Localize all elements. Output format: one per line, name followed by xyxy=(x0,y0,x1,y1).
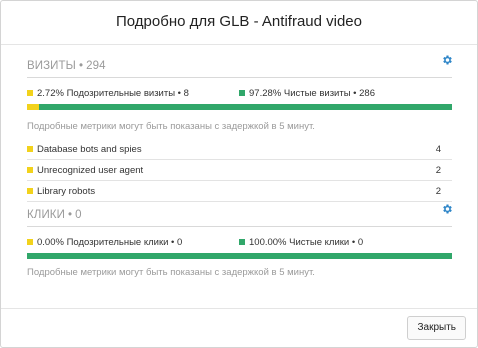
clean-swatch xyxy=(239,239,245,245)
dialog-title: Подробно для GLB - Antifraud video xyxy=(1,1,477,45)
clicks-header: КЛИКИ • 0 xyxy=(27,203,453,227)
clicks-ratio-bar xyxy=(27,253,452,259)
visits-header: ВИЗИТЫ • 294 xyxy=(27,54,453,78)
reason-text: Unrecognized user agent xyxy=(37,165,144,176)
clicks-title-label: КЛИКИ xyxy=(27,209,65,221)
visits-clean-label: 97.28% Чистые визиты • 286 xyxy=(249,88,376,99)
reason-row: Library robots 2 xyxy=(27,181,452,202)
clicks-legend: 0.00% Подозрительные клики • 0 100.00% Ч… xyxy=(27,234,452,252)
suspicious-swatch xyxy=(27,167,33,173)
visits-suspicious-legend: 2.72% Подозрительные визиты • 8 xyxy=(27,88,189,99)
visits-clean-legend: 97.28% Чистые визиты • 286 xyxy=(239,88,375,99)
clicks-suspicious-label: 0.00% Подозрительные клики • 0 xyxy=(37,237,183,248)
reason-label: Unrecognized user agent xyxy=(27,165,143,176)
clicks-clean-legend: 100.00% Чистые клики • 0 xyxy=(239,237,363,248)
reason-text: Database bots and spies xyxy=(37,144,142,155)
visits-legend: 2.72% Подозрительные визиты • 8 97.28% Ч… xyxy=(27,85,452,103)
suspicious-swatch xyxy=(27,239,33,245)
reason-count: 2 xyxy=(435,186,441,197)
visits-total: 294 xyxy=(86,60,106,72)
visits-section: ВИЗИТЫ • 294 2.72% Подозрительные визиты •… xyxy=(27,54,453,202)
visits-title: ВИЗИТЫ • 294 xyxy=(27,60,106,72)
reason-label: Database bots and spies xyxy=(27,144,142,155)
clean-swatch xyxy=(239,90,245,96)
gear-icon[interactable] xyxy=(441,54,453,66)
clicks-clean-label: 100.00% Чистые клики • 0 xyxy=(249,237,364,248)
clicks-title: КЛИКИ • 0 xyxy=(27,209,82,221)
clicks-delay-note: Подробные метрики могут быть показаны с … xyxy=(27,267,315,278)
reason-count: 4 xyxy=(435,144,441,155)
visits-suspicious-fill xyxy=(27,104,39,110)
reason-count: 2 xyxy=(435,165,441,176)
reason-row: Unrecognized user agent 2 xyxy=(27,160,452,181)
dialog-footer: Закрыть xyxy=(1,308,477,347)
reason-label: Library robots xyxy=(27,186,95,197)
clicks-total: 0 xyxy=(75,209,82,221)
visits-ratio-bar xyxy=(27,104,452,110)
reason-row: Database bots and spies 4 xyxy=(27,139,452,160)
visits-reason-list: Database bots and spies 4 Unrecognized u… xyxy=(27,139,452,202)
suspicious-swatch xyxy=(27,90,33,96)
close-button[interactable]: Закрыть xyxy=(407,316,466,340)
visits-suspicious-label: 2.72% Подозрительные визиты • 8 xyxy=(37,88,189,99)
visits-title-label: ВИЗИТЫ xyxy=(27,60,76,72)
antifraud-details-dialog: Подробно для GLB - Antifraud video ВИЗИТ… xyxy=(0,0,478,348)
gear-icon[interactable] xyxy=(441,203,453,215)
reason-text: Library robots xyxy=(37,186,96,197)
suspicious-swatch xyxy=(27,188,33,194)
suspicious-swatch xyxy=(27,146,33,152)
visits-delay-note: Подробные метрики могут быть показаны с … xyxy=(27,121,315,132)
visits-title-separator: • xyxy=(78,60,84,72)
clicks-suspicious-legend: 0.00% Подозрительные клики • 0 xyxy=(27,237,182,248)
clicks-section: КЛИКИ • 0 0.00% Подозрительные клики • 0 1… xyxy=(27,203,453,280)
clicks-title-separator: • xyxy=(67,209,73,221)
